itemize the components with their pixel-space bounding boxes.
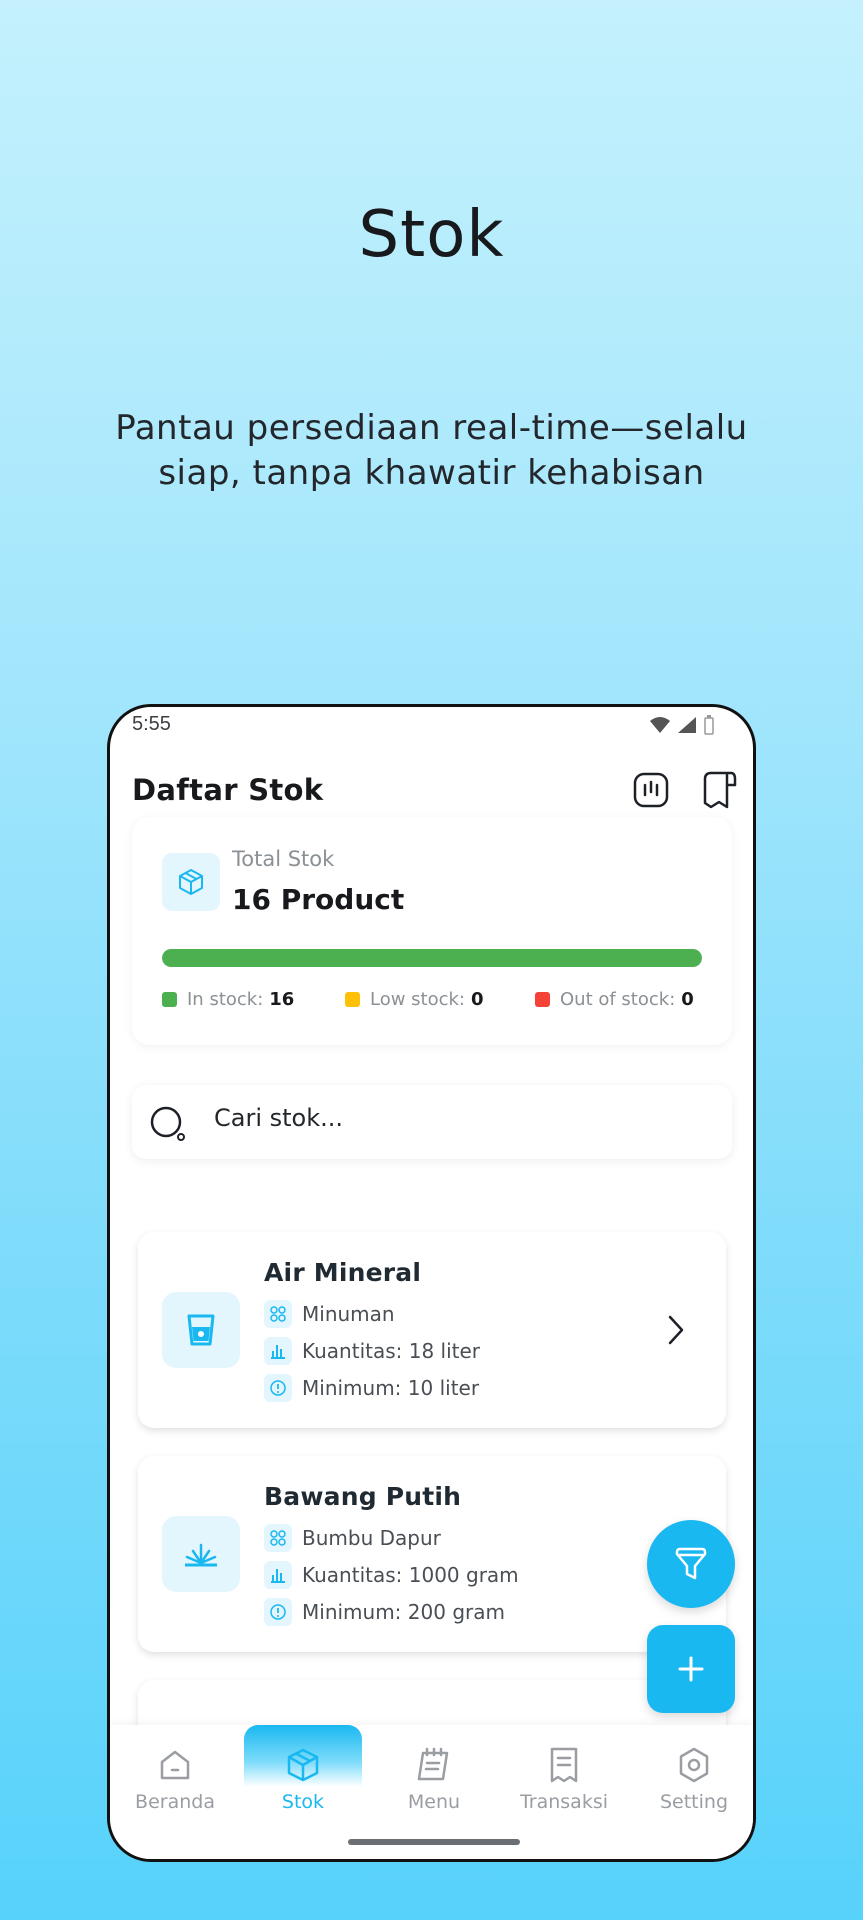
legend-label: In stock: [187, 989, 264, 1010]
menu-book-icon [417, 1747, 449, 1781]
nav-label: Menu [407, 1791, 461, 1813]
item-quantity-text: Kuantitas: 18 liter [302, 1339, 481, 1363]
report-icon [633, 772, 669, 808]
promo-title: Stok [358, 198, 505, 272]
item-quantity: Kuantitas: 18 liter [264, 1337, 480, 1365]
search-input[interactable] [212, 1103, 696, 1133]
out-of-stock-dot [535, 992, 550, 1007]
plus-icon [678, 1656, 704, 1682]
receipt-button[interactable] [699, 770, 739, 810]
nav-label: Stok [281, 1791, 325, 1813]
item-category: Bumbu Dapur [264, 1524, 441, 1552]
item-category: Minuman [264, 1300, 395, 1328]
warning-icon [264, 1598, 292, 1626]
item-minimum: Minimum: 10 liter [264, 1374, 479, 1402]
legend-value: 0 [681, 989, 694, 1010]
item-minimum-text: Minimum: 200 gram [302, 1600, 505, 1624]
battery-icon [704, 715, 714, 735]
stock-summary-card: Total Stok 16 Product In stock: 16 Low s… [132, 817, 732, 1045]
drink-icon [162, 1292, 240, 1368]
add-stock-button[interactable] [647, 1625, 735, 1713]
nav-label: Transaksi [519, 1791, 609, 1813]
stock-progress-fill [162, 949, 702, 967]
item-minimum-text: Minimum: 10 liter [302, 1376, 480, 1400]
nav-item-menu[interactable]: Menu [369, 1725, 499, 1825]
legend-label: Out of stock: [560, 989, 676, 1010]
page-title: Daftar Stok [132, 773, 324, 807]
chevron-right-icon[interactable] [666, 1314, 686, 1346]
stock-item-card[interactable]: Bawang Putih Bumbu Dapur Kuantitas: 1000… [138, 1456, 726, 1652]
item-minimum: Minimum: 200 gram [264, 1598, 505, 1626]
legend-low-stock: Low stock: 0 [345, 989, 484, 1010]
gear-icon [679, 1747, 709, 1783]
nav-item-transaksi[interactable]: Transaksi [499, 1725, 629, 1825]
receipt-icon [703, 771, 737, 809]
receipt-icon [550, 1747, 578, 1783]
item-name: Air Mineral [264, 1258, 422, 1287]
legend-label: Low stock: [370, 989, 466, 1010]
item-category-text: Minuman [302, 1302, 395, 1326]
legend-out-of-stock: Out of stock: 0 [535, 989, 694, 1010]
stock-progress-bar [162, 949, 702, 967]
chart-bar-icon [264, 1337, 292, 1365]
total-stock-label: Total Stok [232, 847, 335, 871]
legend-value: 0 [471, 989, 484, 1010]
in-stock-dot [162, 992, 177, 1007]
legend-in-stock: In stock: 16 [162, 989, 294, 1010]
item-quantity: Kuantitas: 1000 gram [264, 1561, 519, 1589]
low-stock-dot [345, 992, 360, 1007]
status-bar: 5:55 [110, 707, 753, 743]
chart-bar-icon [264, 1561, 292, 1589]
phone-frame: 5:55 Daftar Stok Total Stok 16 Product I… [107, 704, 756, 1862]
promo-subtitle: Pantau persediaan real-time—selalu siap,… [115, 408, 748, 493]
category-icon [264, 1524, 292, 1552]
status-time: 5:55 [132, 713, 171, 735]
search-bar[interactable] [132, 1085, 732, 1159]
spice-icon [162, 1516, 240, 1592]
stock-item-card[interactable]: Air Mineral Minuman Kuantitas: 18 liter … [138, 1232, 726, 1428]
nav-label: Beranda [135, 1791, 215, 1813]
nav-item-beranda[interactable]: Beranda [110, 1725, 240, 1825]
app-bar: Daftar Stok [132, 767, 739, 817]
stock-legend: In stock: 16 Low stock: 0 Out of stock: … [162, 989, 702, 1013]
total-stock-value: 16 Product [232, 883, 405, 916]
nav-item-stok[interactable]: Stok [238, 1725, 368, 1825]
wifi-icon [650, 717, 670, 733]
signal-icon [678, 717, 696, 733]
bottom-navigation: Beranda Stok Menu Transaksi Setting [110, 1725, 753, 1859]
home-icon [160, 1750, 190, 1780]
box-icon [162, 853, 220, 911]
box-icon [287, 1748, 319, 1782]
filter-button[interactable] [647, 1520, 735, 1608]
nav-label: Setting [659, 1791, 729, 1813]
warning-icon [264, 1374, 292, 1402]
item-quantity-text: Kuantitas: 1000 gram [302, 1563, 519, 1587]
report-button[interactable] [631, 770, 671, 810]
category-icon [264, 1300, 292, 1328]
legend-value: 16 [269, 989, 295, 1010]
item-category-text: Bumbu Dapur [302, 1526, 441, 1550]
search-icon [150, 1106, 185, 1141]
filter-icon [675, 1547, 707, 1580]
nav-item-setting[interactable]: Setting [629, 1725, 753, 1825]
item-name: Bawang Putih [264, 1482, 462, 1511]
home-indicator [348, 1839, 520, 1845]
